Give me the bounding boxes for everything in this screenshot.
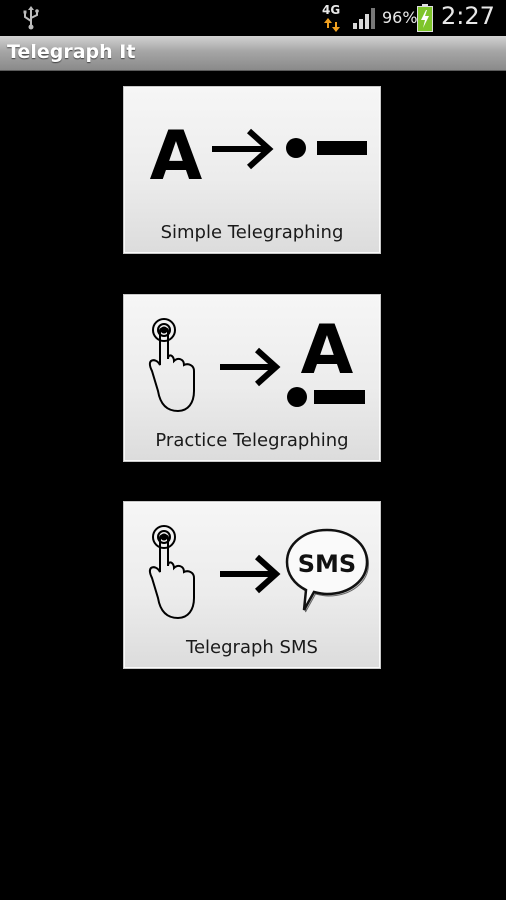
signal-icon — [353, 8, 375, 29]
tap-to-sms-icon: SMS — [148, 525, 370, 620]
graphic-letter: A — [301, 311, 354, 390]
usb-icon — [23, 6, 39, 30]
network-arrows-icon — [324, 18, 340, 32]
finger-tap-icon — [148, 318, 195, 413]
sms-text: SMS — [298, 550, 356, 578]
morse-dot-icon — [287, 387, 307, 407]
telegraph-sms-button[interactable]: SMS Telegraph SMS — [123, 501, 381, 669]
morse-dot-icon — [286, 138, 306, 158]
tap-to-letter-icon: A — [148, 311, 365, 413]
clock: 2:27 — [441, 2, 495, 30]
practice-telegraphing-button[interactable]: A Practice Telegraphing — [123, 294, 381, 462]
app-title: Telegraph It — [7, 41, 136, 63]
finger-tap-icon — [148, 525, 195, 620]
arrow-icon — [212, 128, 274, 170]
app-title-bar: Telegraph It — [0, 36, 506, 71]
telegraph-sms-label: Telegraph SMS — [186, 637, 318, 658]
arrow-icon — [220, 554, 281, 594]
network-type: 4G — [322, 3, 341, 17]
arrow-icon — [220, 347, 281, 387]
battery-percent: 96% — [382, 8, 418, 27]
simple-telegraphing-button[interactable]: A Simple Telegraphing — [123, 86, 381, 254]
simple-telegraphing-label: Simple Telegraphing — [160, 222, 344, 243]
status-bar: 4G 96% 2:27 — [0, 0, 506, 36]
morse-dash-icon — [314, 390, 365, 404]
battery-charging-icon — [417, 4, 433, 32]
morse-dash-icon — [317, 141, 367, 155]
letter-to-morse-icon: A — [150, 117, 367, 196]
graphic-letter: A — [150, 117, 203, 196]
practice-telegraphing-label: Practice Telegraphing — [155, 430, 349, 451]
